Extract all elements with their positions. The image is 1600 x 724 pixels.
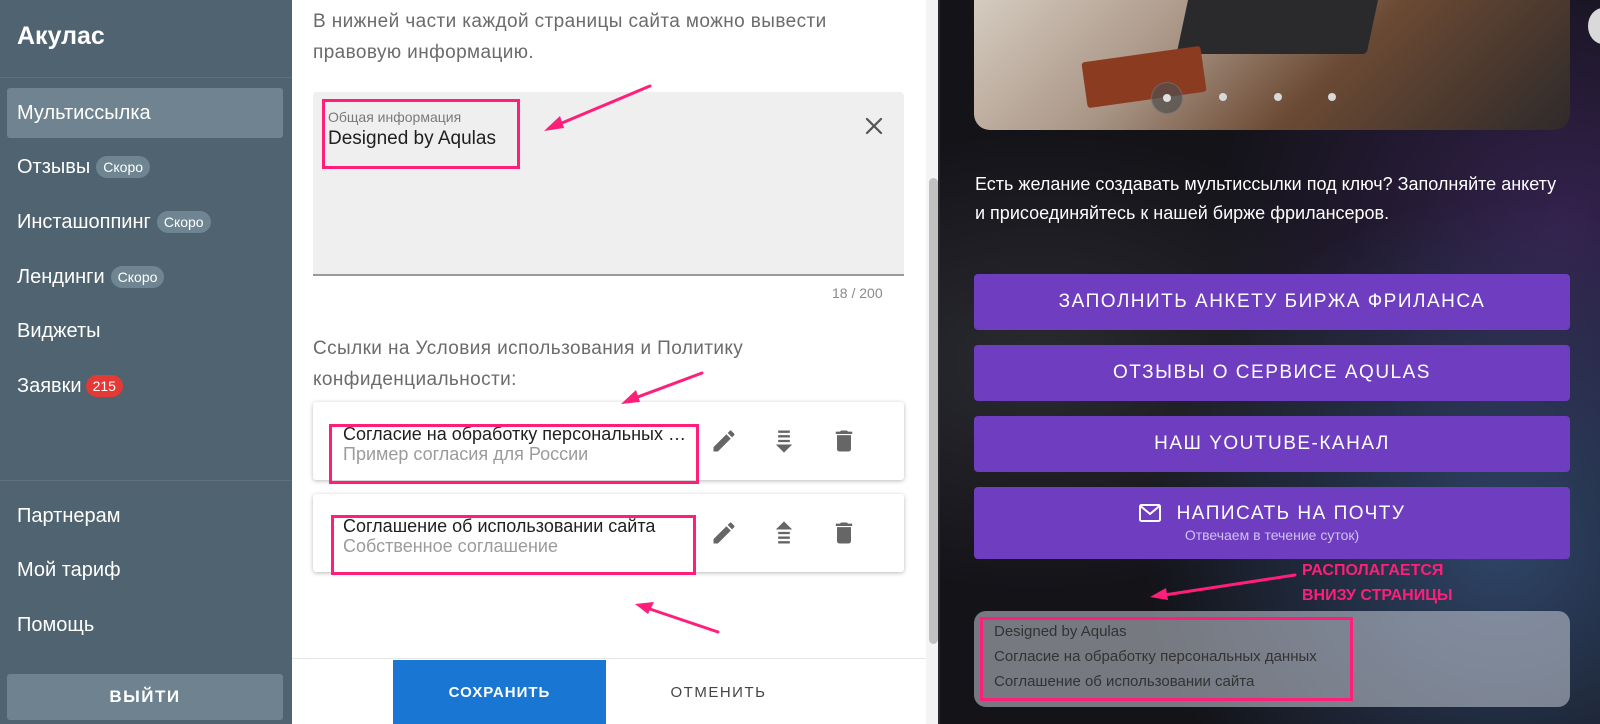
sidebar-item-label: Мой тариф	[17, 558, 121, 581]
carousel-dot-active[interactable]	[1151, 82, 1183, 114]
carousel-image	[974, 0, 1570, 130]
sidebar-item-label: Отзывы	[17, 155, 91, 178]
settings-panel: В нижней части каждой страницы сайта мож…	[292, 0, 940, 724]
char-counter: 18 / 200	[832, 285, 883, 301]
logout-button[interactable]: ВЫЙТИ	[7, 674, 283, 720]
trash-icon[interactable]	[830, 427, 858, 455]
sidebar-item-label: Лендинги	[17, 265, 105, 288]
legal-link-subtitle: Собственное соглашение	[343, 536, 558, 556]
pencil-icon[interactable]	[710, 427, 738, 455]
footer-line: Designed by Aqulas	[994, 623, 1127, 640]
sidebar-item-label: Мультиссылка	[17, 101, 151, 124]
sidebar-item-help[interactable]: Помощь	[7, 600, 283, 650]
carousel-dot[interactable]	[1219, 93, 1227, 101]
soon-badge: Скоро	[156, 211, 211, 233]
soon-badge: Скоро	[110, 266, 165, 288]
general-info-value[interactable]: Designed by Aqulas	[328, 128, 496, 150]
intro-text: В нижней части каждой страницы сайта мож…	[313, 11, 827, 63]
brand-title: Акулас	[17, 22, 105, 50]
move-down-icon[interactable]	[770, 427, 798, 455]
close-icon[interactable]	[862, 114, 886, 138]
sidebar-item-instashopping[interactable]: Инсташоппинг Скоро	[7, 197, 283, 247]
legal-link-card[interactable]: Согласие на обработку персональных данны…	[313, 402, 904, 480]
sidebar-divider	[0, 77, 292, 78]
pencil-icon[interactable]	[710, 519, 738, 547]
sidebar-divider	[0, 480, 292, 481]
reviews-button[interactable]: ОТЗЫВЫ О СЕРВИСЕ AQULAS	[974, 345, 1570, 401]
carousel-dot[interactable]	[1328, 93, 1336, 101]
sidebar-item-label: Виджеты	[17, 319, 101, 342]
sidebar-item-partners[interactable]: Партнерам	[7, 491, 283, 541]
scrollbar-thumb[interactable]	[929, 178, 938, 644]
email-button-main: НАПИСАТЬ НА ПОЧТУ	[974, 503, 1570, 525]
footer-legal-block: Designed by Aqulas Согласие на обработку…	[974, 611, 1570, 707]
general-info-label: Общая информация	[328, 109, 462, 125]
trash-icon[interactable]	[830, 519, 858, 547]
legal-link-title: Соглашение об использовании сайта	[343, 516, 656, 536]
email-button[interactable]: НАПИСАТЬ НА ПОЧТУ Отвечаем в течение сут…	[974, 487, 1570, 559]
links-heading: Ссылки на Условия использования и Полити…	[313, 338, 744, 390]
sidebar-item-label: Заявки	[17, 374, 82, 397]
carousel-dot[interactable]	[1274, 93, 1282, 101]
legal-link-card[interactable]: Соглашение об использовании сайта Собств…	[313, 494, 904, 572]
sidebar-item-label: Помощь	[17, 613, 95, 636]
sidebar-item-reviews[interactable]: Отзывы Скоро	[7, 142, 283, 192]
freelance-form-button[interactable]: ЗАПОЛНИТЬ АНКЕТУ БИРЖА ФРИЛАНСА	[974, 274, 1570, 330]
site-preview: Есть желание создавать мультиссылки под …	[940, 0, 1600, 724]
annotation-note: РАСПОЛАГАЕТСЯ ВНИЗУ СТРАНИЦЫ	[1302, 558, 1453, 608]
requests-count-badge: 215	[85, 375, 123, 397]
annotation-line: ВНИЗУ СТРАНИЦЫ	[1302, 587, 1453, 604]
sidebar-item-widgets[interactable]: Виджеты	[7, 306, 283, 356]
annotation-line: РАСПОЛАГАЕТСЯ	[1302, 562, 1444, 579]
legal-link-title: Согласие на обработку персональных данны…	[343, 424, 693, 444]
footer-link[interactable]: Соглашение об использовании сайта	[994, 673, 1254, 690]
sidebar-item-landings[interactable]: Лендинги Скоро	[7, 252, 283, 302]
laptop-shape	[1176, 0, 1382, 54]
sidebar-item-label: Партнерам	[17, 504, 121, 527]
sidebar: Акулас Мультиссылка Отзывы Скоро Инсташо…	[0, 0, 292, 724]
notebook-shape	[1081, 45, 1207, 109]
footer-link[interactable]: Согласие на обработку персональных данны…	[994, 648, 1317, 665]
youtube-button[interactable]: НАШ YOUTUBE-КАНАЛ	[974, 416, 1570, 472]
cancel-button[interactable]: ОТМЕНИТЬ	[612, 660, 825, 724]
email-button-sublabel: Отвечаем в течение суток)	[1184, 527, 1360, 543]
mail-icon	[1138, 504, 1161, 522]
save-button[interactable]: СОХРАНИТЬ	[393, 660, 606, 724]
sidebar-item-label: Инсташоппинг	[17, 210, 151, 233]
legal-link-subtitle: Пример согласия для России	[343, 444, 589, 464]
sidebar-item-requests[interactable]: Заявки 215	[7, 361, 283, 411]
general-info-field[interactable]: Общая информация Designed by Aqulas	[313, 92, 904, 276]
promo-text: Есть желание создавать мультиссылки под …	[975, 174, 1557, 223]
email-button-label: НАПИСАТЬ НА ПОЧТУ	[1176, 503, 1406, 524]
sidebar-item-my-plan[interactable]: Мой тариф	[7, 545, 283, 595]
soon-badge: Скоро	[96, 156, 151, 178]
action-bar	[292, 658, 926, 724]
move-up-icon[interactable]	[770, 519, 798, 547]
preview-scroll-handle[interactable]	[1588, 8, 1600, 44]
sidebar-item-multilink[interactable]: Мультиссылка	[7, 88, 283, 138]
